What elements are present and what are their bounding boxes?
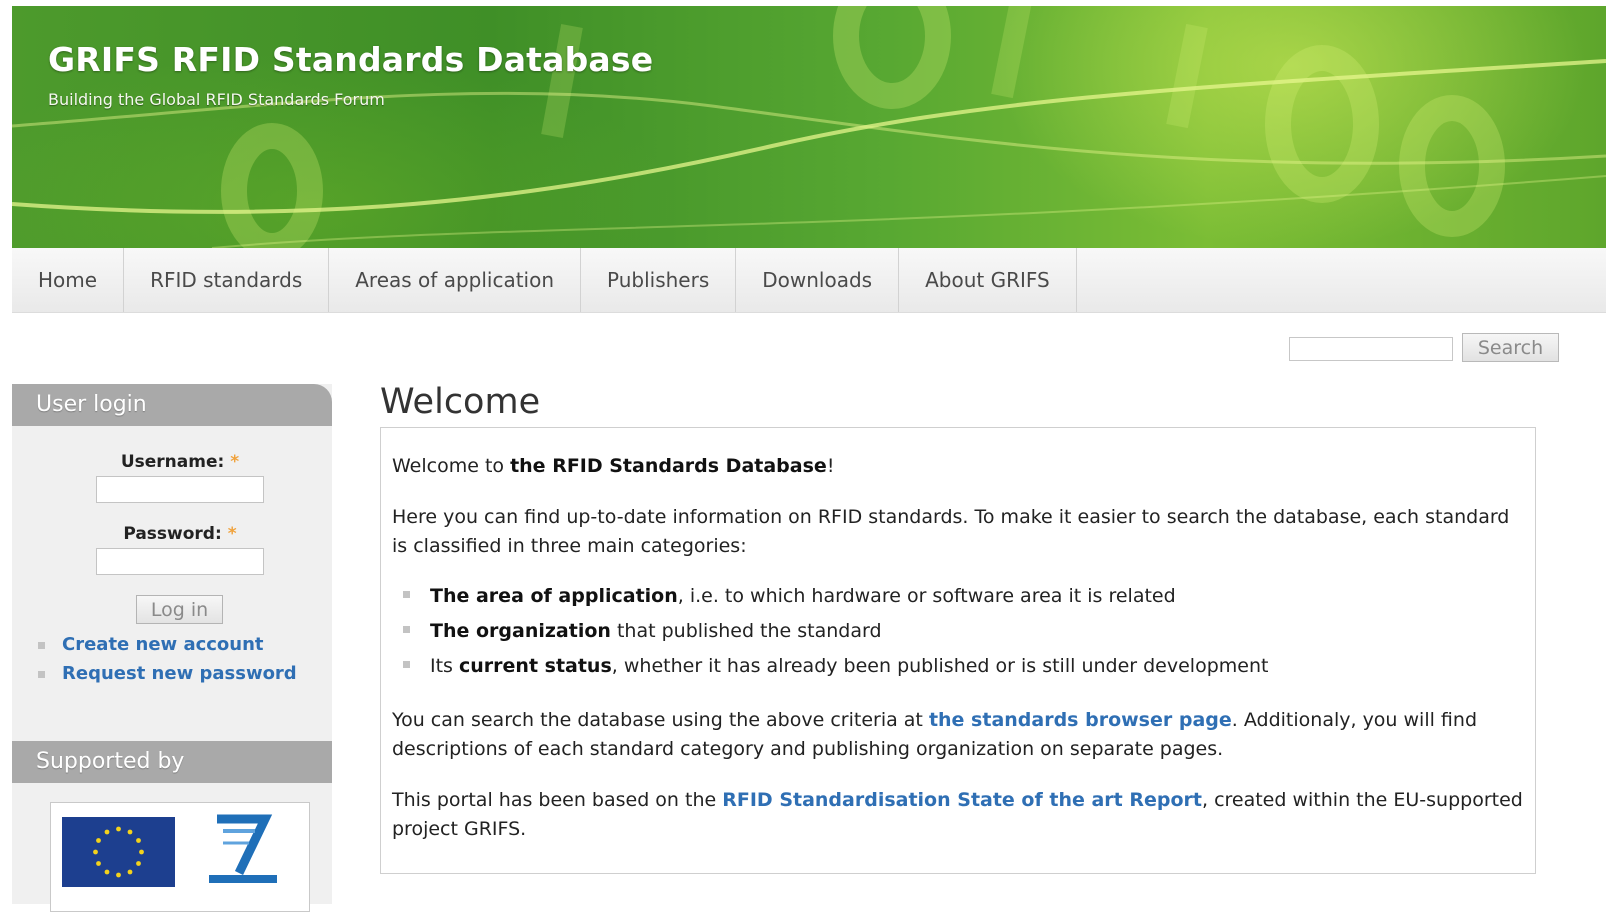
eu-flag-icon[interactable] [62,817,175,887]
site-slogan: Building the Global RFID Standards Forum [48,90,385,109]
nav-item-rfid-standards[interactable]: RFID standards [124,248,330,312]
password-field[interactable] [96,548,264,575]
request-password-link[interactable]: Request new password [62,663,297,684]
page-title: Welcome [380,382,541,422]
supported-by-title: Supported by [12,741,332,783]
intro-text: Welcome to [392,455,511,477]
password-label: Password: * [12,524,348,544]
required-mark: * [230,452,240,472]
report-paragraph: This portal has been based on the RFID S… [392,789,1523,840]
state-of-art-report-link[interactable]: RFID Standardisation State of the art Re… [722,789,1202,811]
description-paragraph: Here you can find up-to-date information… [392,506,1510,557]
browser-paragraph: You can search the database using the ab… [392,709,1477,760]
primary-nav: Home RFID standards Areas of application… [12,248,1606,313]
sidebar: User login Username: * Password: * Log in … [12,384,332,912]
standards-browser-link[interactable]: the standards browser page [929,709,1232,731]
nav-item-publishers[interactable]: Publishers [581,248,737,312]
nav-item-about-grifs[interactable]: About GRIFS [899,248,1077,312]
login-button[interactable]: Log in [136,595,223,624]
nav-item-areas-of-application[interactable]: Areas of application [329,248,582,312]
intro-emphasis: the RFID Standards Database [510,455,827,477]
required-mark: * [227,524,237,544]
list-item: Create new account [38,633,297,662]
category-name: current status [459,655,612,677]
list-item: The organization that published the stan… [392,616,1523,651]
site-title[interactable]: GRIFS RFID Standards Database [48,40,653,79]
username-label-text: Username: [120,452,225,472]
create-account-link[interactable]: Create new account [62,634,264,655]
fp7-logo-icon[interactable] [209,813,277,885]
search-button[interactable]: Search [1462,333,1559,362]
login-links: Create new account Request new password [38,633,297,691]
nav-item-home[interactable]: Home [12,248,125,312]
search-input[interactable] [1289,337,1453,361]
category-name: The area of application [430,585,678,607]
site-header: GRIFS RFID Standards Database Building t… [12,6,1606,248]
intro-paragraph: Welcome to the RFID Standards Database! [392,452,1523,481]
username-label: Username: * [12,452,348,472]
category-list: The area of application, i.e. to which h… [392,581,1523,686]
user-login-title: User login [12,384,332,426]
password-label-text: Password: [123,524,222,544]
page: GRIFS RFID Standards Database Building t… [0,0,1606,912]
list-item: The area of application, i.e. to which h… [392,581,1523,616]
list-item: Request new password [38,662,297,691]
welcome-content: Welcome to the RFID Standards Database! … [380,427,1536,874]
list-item: Its current status, whether it has alrea… [392,651,1523,686]
username-field[interactable] [96,476,264,503]
intro-text-end: ! [826,455,835,477]
nav-item-downloads[interactable]: Downloads [736,248,900,312]
sponsor-logos [50,802,310,912]
category-name: The organization [430,620,611,642]
